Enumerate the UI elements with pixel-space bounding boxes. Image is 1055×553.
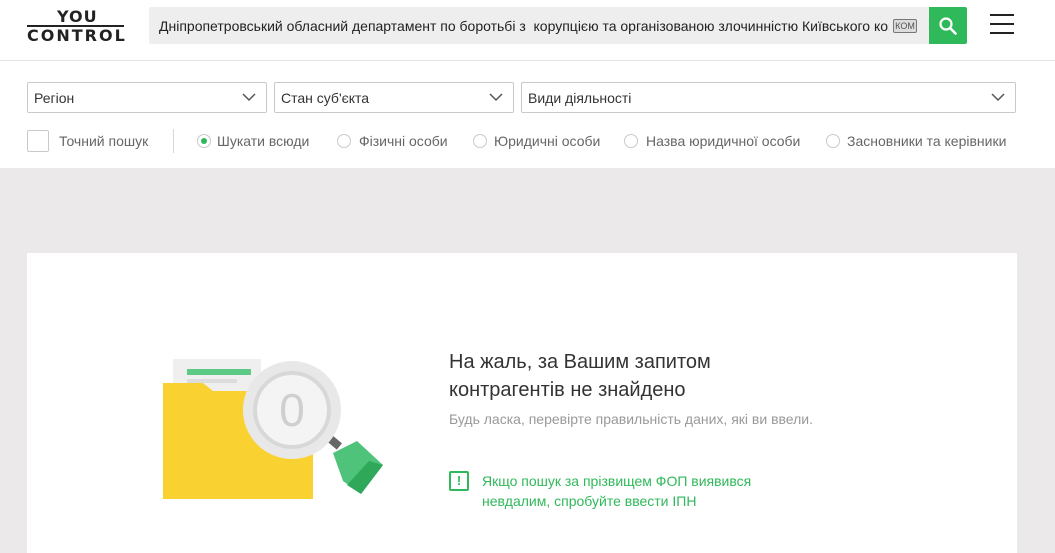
search-input[interactable] (149, 7, 929, 44)
radio-entity-name-label[interactable]: Назва юридичної особи (646, 133, 800, 149)
exact-search-checkbox[interactable] (27, 130, 49, 152)
radio-founders-managers[interactable] (826, 134, 840, 148)
alert-icon: ! (449, 471, 469, 491)
activity-select-label: Види діяльності (528, 90, 632, 106)
filters-panel: Регіон Стан суб'єкта Види діяльності Точ… (0, 60, 1055, 168)
ipn-hint-text: Якщо пошук за прізвищем ФОП виявився нев… (482, 473, 752, 509)
search-options: Точний пошук Шукати всюди Фізичні особи … (27, 129, 1027, 153)
chevron-down-icon (991, 93, 1005, 102)
state-select[interactable]: Стан суб'єкта (274, 82, 514, 113)
radio-search-everywhere-label[interactable]: Шукати всюди (217, 133, 309, 149)
radio-entity-name[interactable] (624, 134, 638, 148)
radio-founders-managers-label[interactable]: Засновники та керівники (847, 133, 1006, 149)
region-select[interactable]: Регіон (27, 82, 267, 113)
radio-individuals-label[interactable]: Фізичні особи (359, 133, 448, 149)
region-select-label: Регіон (34, 90, 75, 106)
state-select-label: Стан суб'єкта (281, 90, 370, 106)
logo[interactable]: YOU CONTROL (27, 7, 127, 45)
radio-search-everywhere[interactable] (197, 134, 211, 148)
no-results-subtitle: Будь ласка, перевірте правильність даних… (449, 411, 813, 427)
search-button[interactable] (929, 7, 967, 44)
top-bar: YOU CONTROL КОМ (0, 0, 1055, 60)
search-box: КОМ (149, 7, 929, 44)
logo-line2: CONTROL (27, 26, 127, 45)
no-results-card: 0 На жаль, за Вашим запитом контрагентів… (27, 253, 1017, 553)
chevron-down-icon (242, 93, 256, 102)
count-zero-badge: 0 (279, 384, 305, 436)
radio-legal-entities[interactable] (473, 134, 487, 148)
options-divider (173, 129, 174, 153)
menu-icon[interactable] (990, 14, 1016, 36)
radio-individuals[interactable] (337, 134, 351, 148)
logo-line1: YOU (57, 7, 98, 26)
activity-select[interactable]: Види діяльності (521, 82, 1016, 113)
no-results-title: На жаль, за Вашим запитом контрагентів н… (449, 351, 711, 401)
radio-legal-entities-label[interactable]: Юридичні особи (494, 133, 600, 149)
search-icon (939, 16, 957, 35)
chevron-down-icon (489, 93, 503, 102)
empty-folder-magnifier-illustration: 0 (157, 353, 387, 508)
keyboard-icon[interactable]: КОМ (893, 19, 917, 33)
exact-search-label: Точний пошук (59, 133, 149, 149)
